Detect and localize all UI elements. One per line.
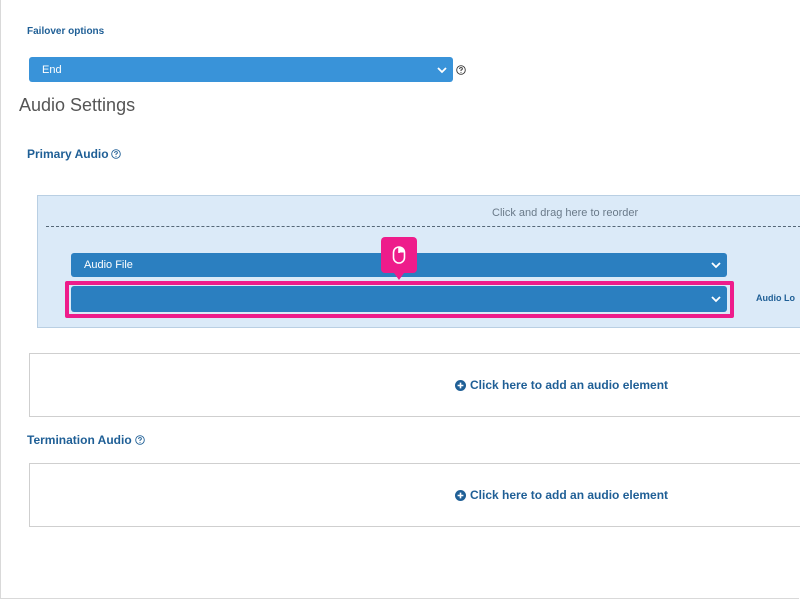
click-indicator [381, 237, 417, 280]
plus-circle-icon [455, 379, 466, 391]
help-circle-icon[interactable] [111, 149, 121, 159]
termination-audio-heading: Termination Audio [27, 433, 132, 447]
failover-options-label: Failover options [27, 26, 105, 37]
drag-reorder-hint[interactable]: Click and drag here to reorder [492, 207, 638, 219]
chevron-down-icon [437, 66, 447, 73]
audio-type-value: Audio File [84, 259, 133, 271]
help-circle-icon[interactable] [135, 435, 145, 445]
add-audio-element-link[interactable]: Click here to add an audio element [455, 488, 668, 502]
audio-location-label: Audio Lo [756, 293, 795, 303]
failover-select-value: End [42, 63, 62, 76]
help-circle-icon[interactable] [456, 65, 466, 75]
add-primary-audio-element[interactable]: Click here to add an audio element [29, 353, 800, 417]
add-audio-element-label: Click here to add an audio element [470, 488, 669, 502]
add-audio-element-label: Click here to add an audio element [470, 378, 669, 392]
target-highlight-box [65, 281, 734, 318]
plus-circle-icon [455, 489, 466, 501]
chevron-down-icon [711, 262, 721, 269]
failover-select[interactable]: End [29, 57, 453, 82]
add-audio-element-link[interactable]: Click here to add an audio element [455, 378, 668, 392]
drag-divider [46, 226, 800, 227]
audio-settings-title: Audio Settings [19, 95, 136, 115]
add-termination-audio-element[interactable]: Click here to add an audio element [29, 463, 800, 527]
mouse-icon [392, 246, 406, 264]
primary-audio-heading: Primary Audio [27, 147, 109, 161]
